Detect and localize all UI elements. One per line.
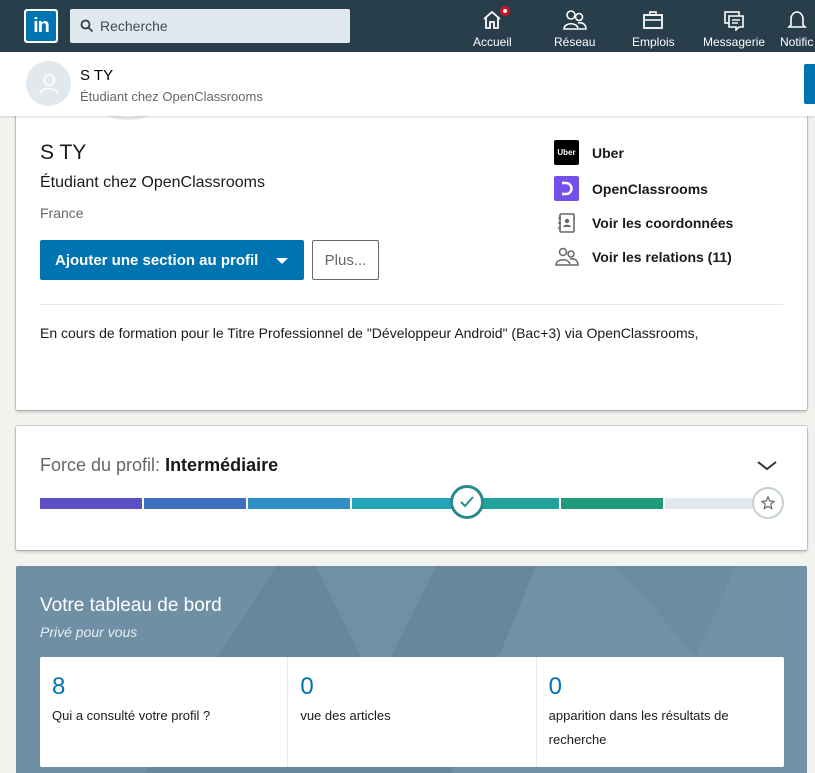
top-navigation-bar: in Accueil Réseau Emplois Messagerie Not… <box>0 0 815 52</box>
school-label: OpenClassrooms <box>592 180 708 197</box>
nav-item-network-label: Réseau <box>554 35 596 49</box>
strength-current-marker <box>450 485 484 519</box>
chevron-down-icon[interactable] <box>756 460 778 472</box>
nav-item-jobs-label: Emplois <box>632 35 675 49</box>
connections-link[interactable]: Voir les relations (11) <box>554 244 732 269</box>
person-icon <box>38 73 59 94</box>
profile-strength-label: Force du profil: <box>40 455 166 475</box>
profile-name: S TY <box>40 141 87 164</box>
nav-item-home-label: Accueil <box>473 35 512 49</box>
search-box[interactable] <box>70 9 350 43</box>
add-profile-section-button[interactable]: Ajouter une section au profil <box>40 240 304 280</box>
more-button[interactable]: Plus... <box>312 240 379 280</box>
search-input[interactable] <box>100 18 340 34</box>
stat-article-views[interactable]: 0 vue des articles <box>288 657 537 767</box>
sticky-headline: Étudiant chez OpenClassrooms <box>80 89 263 104</box>
nav-item-network[interactable]: Réseau <box>554 8 595 52</box>
strength-goal-marker <box>752 487 784 519</box>
contact-card-icon <box>554 210 579 235</box>
add-profile-section-label: Ajouter une section au profil <box>55 251 259 269</box>
nav-item-messaging[interactable]: Messagerie <box>703 8 765 52</box>
dashboard-stats: 8 Qui a consulté votre profil ? 0 vue de… <box>40 657 784 767</box>
profile-divider <box>40 304 783 305</box>
sticky-profile-header: S TY Étudiant chez OpenClassrooms <box>0 52 815 116</box>
strength-meter-segment <box>40 498 143 509</box>
star-icon <box>761 496 775 510</box>
profile-strength-title: Force du profil: Intermédiaire <box>40 455 278 476</box>
nav-item-notifications[interactable]: Notific <box>780 8 813 52</box>
network-icon <box>562 8 587 32</box>
contact-info-label: Voir les coordonnées <box>592 214 734 231</box>
strength-meter-segment <box>144 498 247 509</box>
search-icon <box>80 19 94 33</box>
openclassrooms-logo <box>554 176 579 201</box>
contact-info-link[interactable]: Voir les coordonnées <box>554 210 733 235</box>
strength-meter-segment <box>560 498 663 509</box>
dashboard-subtitle: Privé pour vous <box>40 624 138 640</box>
caret-down-icon <box>276 258 288 264</box>
stat-label: apparition dans les résultats de recherc… <box>548 708 729 747</box>
notification-badge <box>498 4 513 18</box>
profile-summary: En cours de formation pour le Titre Prof… <box>40 325 699 341</box>
nav-item-messaging-label: Messagerie <box>703 35 766 49</box>
profile-card: S TY Étudiant chez OpenClassrooms France… <box>16 100 807 410</box>
nav-item-notifications-label: Notific <box>780 35 814 49</box>
stat-value: 0 <box>300 673 314 700</box>
stat-value: 8 <box>52 673 66 700</box>
profile-strength-card: Force du profil: Intermédiaire <box>16 426 807 550</box>
dashboard-title: Votre tableau de bord <box>40 595 222 616</box>
stat-label: vue des articles <box>300 708 391 723</box>
school-link[interactable]: OpenClassrooms <box>554 176 708 201</box>
uber-logo: Uber <box>554 140 579 165</box>
linkedin-logo[interactable]: in <box>24 9 58 43</box>
stat-profile-views[interactable]: 8 Qui a consulté votre profil ? <box>40 657 289 767</box>
profile-location: France <box>40 205 84 221</box>
connections-label: Voir les relations (11) <box>592 248 732 265</box>
stat-search-appearances[interactable]: 0 apparition dans les résultats de reche… <box>537 657 784 767</box>
home-icon <box>480 4 513 32</box>
strength-meter-segment <box>248 498 351 509</box>
stat-label: Qui a consulté votre profil ? <box>52 708 211 723</box>
current-company-label: Uber <box>592 144 624 161</box>
profile-strength-level: Intermédiaire <box>165 455 279 475</box>
stat-value: 0 <box>548 673 563 700</box>
current-company-link[interactable]: Uber Uber <box>554 140 624 165</box>
sticky-name: S TY <box>80 67 114 84</box>
nav-item-home[interactable]: Accueil <box>473 4 513 52</box>
profile-headline: Étudiant chez OpenClassrooms <box>40 174 265 191</box>
strength-meter-segment <box>352 498 455 509</box>
bell-icon <box>785 8 809 32</box>
profile-strength-meter <box>40 498 767 509</box>
messaging-icon <box>722 8 746 32</box>
dashboard-card: Votre tableau de bord Privé pour vous 8 … <box>16 566 807 773</box>
checkmark-icon <box>460 496 474 508</box>
sticky-action-button[interactable] <box>804 64 815 104</box>
linkedin-logo-text: in <box>26 11 56 41</box>
connections-icon <box>554 244 579 269</box>
nav-item-jobs[interactable]: Emplois <box>632 8 675 52</box>
briefcase-icon <box>641 8 665 32</box>
avatar[interactable] <box>26 61 71 106</box>
